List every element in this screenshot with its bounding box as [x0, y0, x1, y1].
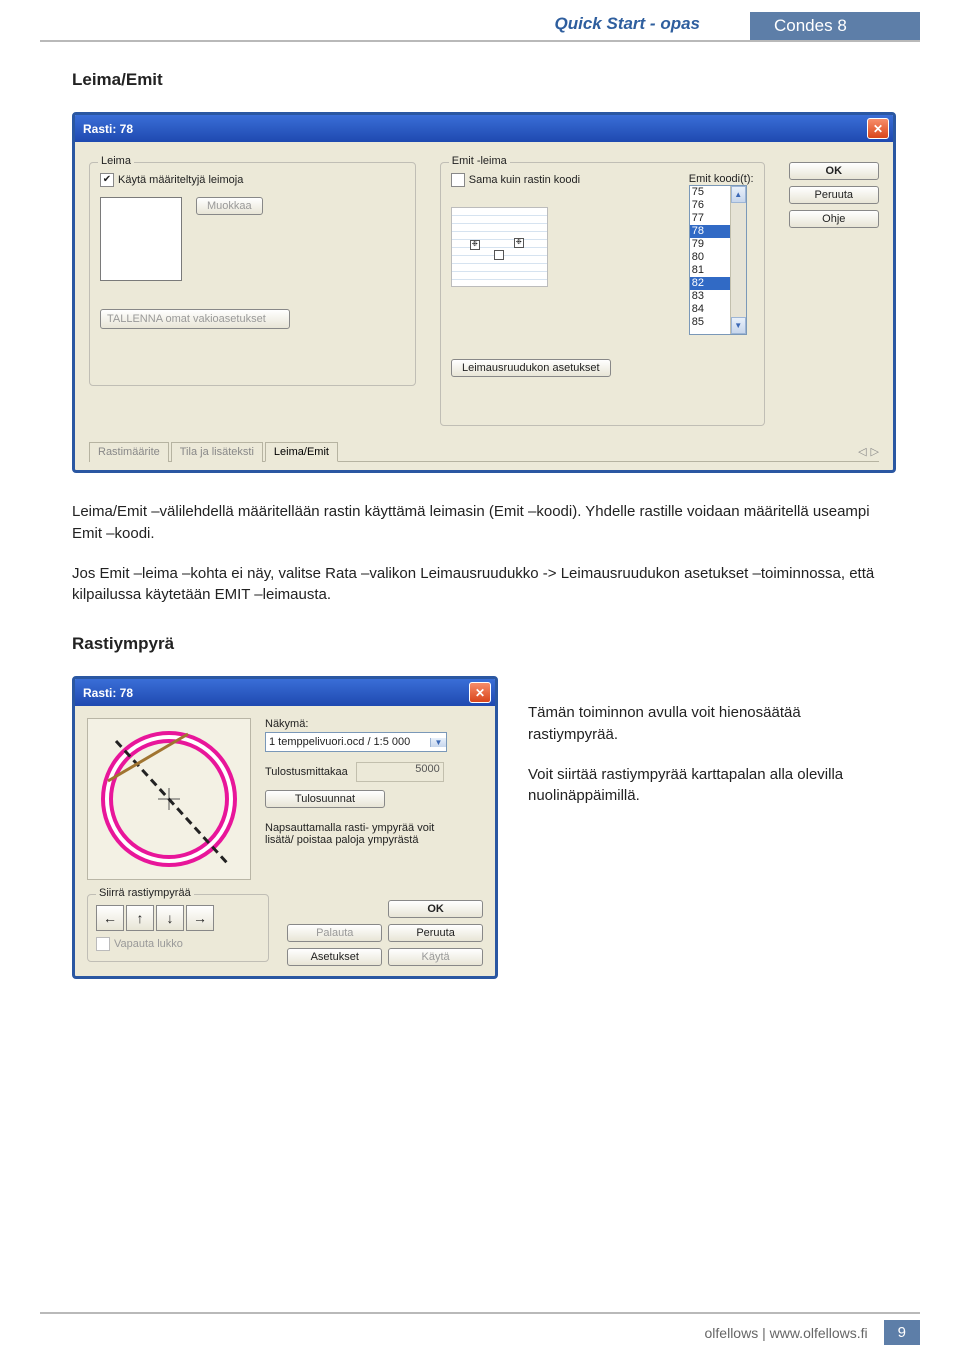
punch-grid-preview: ❉ ❉	[451, 207, 548, 287]
emit-legend: Emit -leima	[449, 155, 510, 167]
help-button[interactable]: Ohje	[789, 210, 879, 228]
restore-button[interactable]: Palauta	[287, 924, 382, 942]
close-icon[interactable]: ✕	[469, 682, 491, 703]
dialog-rasti-ympyra: Rasti: 78 ✕	[72, 676, 498, 979]
tab-scroll-left-icon[interactable]: ◁	[858, 445, 866, 458]
paragraph: Jos Emit –leima –kohta ei näy, valitse R…	[72, 563, 888, 607]
scale-value: 5000	[356, 762, 444, 782]
circle-preview[interactable]	[87, 718, 251, 880]
arrow-right-button[interactable]: →	[186, 905, 214, 931]
dialog-rasti-leima-emit: Rasti: 78 ✕ Leima ✔ Käytä määriteltyjä l…	[72, 112, 896, 473]
grid-settings-button[interactable]: Leimausruudukon asetukset	[451, 359, 611, 377]
apply-button[interactable]: Käytä	[388, 948, 483, 966]
ok-button[interactable]: OK	[388, 900, 483, 918]
cancel-button[interactable]: Peruuta	[789, 186, 879, 204]
footer-text: olfellows | www.olfellows.fi	[705, 1325, 868, 1341]
save-defaults-button[interactable]: TALLENNA omat vakioasetukset	[100, 309, 290, 329]
close-icon[interactable]: ✕	[867, 118, 889, 139]
tab-leima-emit[interactable]: Leima/Emit	[265, 442, 338, 462]
tab-rastimaarite[interactable]: Rastimäärite	[89, 442, 169, 462]
tab-tila-lisateksti[interactable]: Tila ja lisäteksti	[171, 442, 263, 462]
settings-button[interactable]: Asetukset	[287, 948, 382, 966]
checkbox-label: Sama kuin rastin koodi	[469, 174, 580, 186]
product-badge: Condes 8	[750, 12, 920, 40]
view-combo[interactable]: 1 temppelivuori.ocd / 1:5 000 ▼	[265, 732, 447, 752]
paragraph: Tämän toiminnon avulla voit hienosäätää …	[528, 702, 888, 746]
view-label: Näkymä:	[265, 718, 483, 730]
checkbox-use-defined-stamps[interactable]: ✔ Käytä määriteltyjä leimoja	[100, 173, 405, 187]
scroll-up-icon[interactable]: ▲	[731, 186, 746, 203]
dialog-title: Rasti: 78	[79, 686, 133, 700]
dialog-title: Rasti: 78	[79, 122, 133, 136]
paragraph: Leima/Emit –välilehdellä määritellään ra…	[72, 501, 888, 545]
arrow-down-button[interactable]: ↓	[156, 905, 184, 931]
emit-codes-label: Emit koodi(t):	[689, 173, 754, 185]
directions-button[interactable]: Tulosuunnat	[265, 790, 385, 808]
section-heading-rastiympyra: Rastiympyrä	[72, 634, 888, 654]
checkbox-label: Käytä määriteltyjä leimoja	[118, 174, 243, 186]
scroll-down-icon[interactable]: ▼	[731, 317, 746, 334]
edit-button[interactable]: Muokkaa	[196, 197, 263, 215]
page-number: 9	[884, 1320, 920, 1345]
checkbox-release-lock[interactable]: Vapauta lukko	[96, 937, 260, 951]
stamp-preview	[100, 197, 182, 281]
paragraph: Voit siirtää rastiympyrää karttapalan al…	[528, 764, 888, 808]
scale-label: Tulostusmittakaa	[265, 766, 348, 778]
combo-value: 1 temppelivuori.ocd / 1:5 000	[266, 736, 430, 748]
checkbox-same-as-control[interactable]: Sama kuin rastin koodi	[451, 173, 675, 187]
chevron-down-icon[interactable]: ▼	[430, 738, 446, 747]
leima-legend: Leima	[98, 155, 134, 167]
arrow-up-button[interactable]: ↑	[126, 905, 154, 931]
tab-scroll-right-icon[interactable]: ▷	[871, 445, 879, 458]
page-header-title: Quick Start - opas	[555, 14, 750, 40]
arrow-left-button[interactable]: ←	[96, 905, 124, 931]
checkbox-label: Vapauta lukko	[114, 938, 183, 950]
ok-button[interactable]: OK	[789, 162, 879, 180]
cancel-button[interactable]: Peruuta	[388, 924, 483, 942]
section-heading-leima-emit: Leima/Emit	[72, 70, 888, 90]
hint-text: Napsauttamalla rasti- ympyrää voit lisät…	[265, 822, 445, 846]
emit-codes-listbox[interactable]: 75 76 77 78 79 80 81 82 83 84	[689, 185, 747, 335]
move-circle-legend: Siirrä rastiympyrää	[96, 887, 194, 899]
